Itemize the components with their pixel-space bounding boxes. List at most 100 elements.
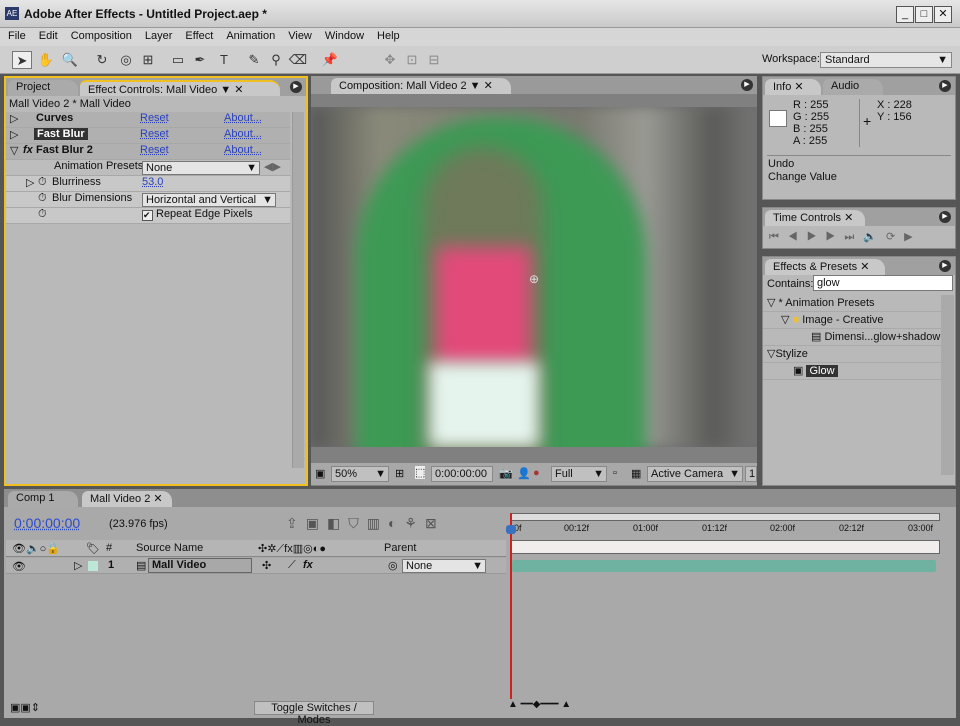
animation-presets-select[interactable]: None ▼ bbox=[142, 161, 260, 175]
current-time-field[interactable]: 0:00:00:00 bbox=[431, 466, 493, 482]
menu-file[interactable]: File bbox=[0, 28, 31, 42]
blurriness-value[interactable]: 53.0 bbox=[142, 176, 163, 188]
tab-project[interactable]: Project bbox=[8, 80, 78, 96]
scrollbar[interactable] bbox=[292, 112, 304, 468]
comment-icon[interactable]: ⊠ bbox=[425, 515, 445, 531]
repeat-edge-checkbox[interactable]: ✔ bbox=[142, 210, 153, 221]
reset-link[interactable]: Reset bbox=[140, 144, 169, 156]
live-update-icon[interactable]: ⇪ bbox=[286, 515, 306, 531]
region-of-interest-icon[interactable]: ⬚ bbox=[415, 466, 426, 479]
frame-blending-icon[interactable]: ⛉ bbox=[348, 515, 367, 531]
column-source-name[interactable]: Source Name bbox=[136, 542, 203, 554]
tab-comp-1[interactable]: Comp 1 bbox=[8, 491, 78, 507]
time-navigator[interactable] bbox=[510, 513, 940, 521]
panel-menu-icon[interactable]: ▶ bbox=[741, 79, 753, 91]
current-time-indicator[interactable] bbox=[510, 513, 512, 699]
tab-composition[interactable]: Composition: Mall Video 2 ▼ ✕ bbox=[331, 78, 511, 94]
brainstorm-icon[interactable]: ◐ bbox=[388, 515, 404, 531]
effect-row-fast-blur-2[interactable]: ▽ fx Fast Blur 2 Reset About... bbox=[6, 144, 290, 160]
tree-item-animation-presets[interactable]: ▽ * Animation Presets bbox=[763, 295, 941, 312]
prev-next-preset-icon[interactable]: ◀▶ bbox=[264, 160, 281, 173]
graph-editor-icon[interactable]: ⚘ bbox=[404, 515, 425, 531]
show-snapshot-icon[interactable]: 👤 bbox=[517, 467, 531, 480]
always-preview-icon[interactable]: ▣ bbox=[315, 467, 325, 480]
rectangle-tool-icon[interactable]: ▭ bbox=[168, 51, 188, 69]
layer-duration-bar[interactable] bbox=[512, 560, 936, 572]
work-area-bar[interactable] bbox=[510, 540, 940, 554]
pen-tool-icon[interactable]: ✒ bbox=[190, 51, 210, 69]
tab-effects-presets[interactable]: Effects & Presets ✕ bbox=[765, 259, 885, 275]
motion-blur-icon[interactable]: ▥ bbox=[367, 515, 388, 531]
stopwatch-icon[interactable]: ⏱ bbox=[38, 176, 47, 189]
clone-stamp-icon[interactable]: ⚲ bbox=[266, 51, 286, 69]
about-link[interactable]: About... bbox=[224, 144, 262, 156]
puppet-pin-icon[interactable]: 📌 bbox=[320, 51, 340, 69]
next-frame-icon[interactable]: ▶ bbox=[826, 231, 845, 243]
tab-effect-controls[interactable]: Effect Controls: Mall Video ▼ ✕ bbox=[80, 80, 280, 96]
shy-switch-icon[interactable]: ✣ bbox=[262, 559, 271, 572]
maximize-button[interactable]: □ bbox=[915, 6, 933, 23]
scrollbar[interactable] bbox=[941, 295, 954, 475]
expand-icon[interactable]: ▷ bbox=[74, 559, 82, 572]
hand-tool-icon[interactable]: ✋ bbox=[36, 51, 56, 69]
orbit-camera-icon[interactable]: ◎ bbox=[116, 51, 136, 69]
tree-item-stylize[interactable]: ▽Stylize bbox=[763, 346, 941, 363]
panel-menu-icon[interactable]: ▶ bbox=[939, 260, 951, 272]
zoom-tool-icon[interactable]: 🔍 bbox=[60, 51, 80, 69]
draft-3d-icon[interactable]: ▣ bbox=[306, 515, 327, 531]
transparency-grid-icon[interactable]: ▦ bbox=[631, 467, 641, 480]
views-select[interactable]: 1 bbox=[745, 466, 757, 482]
stopwatch-icon[interactable]: ⏱ bbox=[38, 192, 47, 205]
time-ruler[interactable]: 0f 00:12f 01:00f 01:12f 02:00f 02:12f 03… bbox=[510, 522, 940, 538]
tab-audio[interactable]: Audio bbox=[823, 79, 883, 95]
rotate-tool-icon[interactable]: ↻ bbox=[92, 51, 112, 69]
menu-layer[interactable]: Layer bbox=[137, 28, 178, 42]
menu-view[interactable]: View bbox=[280, 28, 317, 42]
snapshot-icon[interactable]: 📷 bbox=[499, 467, 513, 480]
composition-viewer[interactable]: ⊕ bbox=[311, 107, 757, 447]
toggle-switches-modes-button[interactable]: Toggle Switches / Modes bbox=[254, 701, 374, 726]
tab-time-controls[interactable]: Time Controls ✕ bbox=[765, 210, 865, 226]
quality-switch-icon[interactable]: ⟋ bbox=[288, 559, 296, 572]
panel-menu-icon[interactable]: ▶ bbox=[939, 80, 951, 92]
first-frame-icon[interactable]: ⏮ bbox=[769, 231, 788, 243]
reset-link[interactable]: Reset bbox=[140, 112, 169, 124]
resolution-select[interactable]: Full ▼ bbox=[551, 466, 607, 482]
magnification-select[interactable]: 50% ▼ bbox=[331, 466, 389, 482]
menu-help[interactable]: Help bbox=[369, 28, 405, 42]
tree-item-preset[interactable]: ▤ Dimensi...glow+shadow bbox=[763, 329, 941, 346]
menu-animation[interactable]: Animation bbox=[218, 28, 280, 42]
timeline-footer-icons[interactable]: ▣▣⇕ bbox=[10, 701, 40, 714]
menu-edit[interactable]: Edit bbox=[31, 28, 63, 42]
blur-dimensions-select[interactable]: Horizontal and Vertical ▼ bbox=[142, 193, 276, 207]
tree-item-image-creative[interactable]: ▽ ■ Image - Creative bbox=[763, 312, 941, 329]
about-link[interactable]: About... bbox=[224, 112, 262, 124]
fast-previews-icon[interactable]: ▫ bbox=[613, 467, 617, 479]
panel-menu-icon[interactable]: ▶ bbox=[290, 81, 302, 93]
close-button[interactable]: ✕ bbox=[934, 6, 952, 23]
channels-icon[interactable]: ● bbox=[533, 467, 540, 479]
effect-row-curves[interactable]: ▷ Curves Reset About... bbox=[6, 112, 290, 128]
panel-menu-icon[interactable]: ▶ bbox=[939, 211, 951, 223]
previous-frame-icon[interactable]: ◀ bbox=[788, 231, 807, 243]
about-link[interactable]: About... bbox=[224, 128, 262, 140]
stopwatch-icon[interactable]: ⏱ bbox=[38, 208, 47, 221]
hide-shy-icon[interactable]: ◧ bbox=[327, 515, 348, 531]
menu-window[interactable]: Window bbox=[317, 28, 369, 42]
minimize-button[interactable]: _ bbox=[896, 6, 914, 23]
playhead-handle[interactable] bbox=[506, 525, 516, 534]
tab-mall-video-2[interactable]: Mall Video 2 ✕ bbox=[82, 491, 172, 507]
last-frame-icon[interactable]: ⏭ bbox=[844, 231, 863, 243]
fx-switch-icon[interactable]: fx bbox=[303, 559, 313, 571]
zoom-slider[interactable]: ▲ ━━◆━━━ ▲ bbox=[508, 699, 608, 713]
grid-icon[interactable]: ⊞ bbox=[395, 467, 404, 480]
pan-behind-icon[interactable]: ⊞ bbox=[138, 51, 158, 69]
world-axis-icon[interactable]: ⊡ bbox=[402, 51, 422, 69]
pickwhip-icon[interactable]: ◎ bbox=[388, 559, 398, 572]
text-tool-icon[interactable]: T bbox=[214, 51, 234, 69]
anchor-point-icon[interactable]: ⊕ bbox=[529, 272, 539, 286]
audio-icon[interactable]: 🔈 bbox=[863, 231, 886, 243]
camera-select[interactable]: Active Camera ▼ bbox=[647, 466, 743, 482]
effect-row-fast-blur[interactable]: ▷ Fast Blur Reset About... bbox=[6, 128, 290, 144]
tab-info[interactable]: Info ✕ bbox=[765, 79, 821, 95]
